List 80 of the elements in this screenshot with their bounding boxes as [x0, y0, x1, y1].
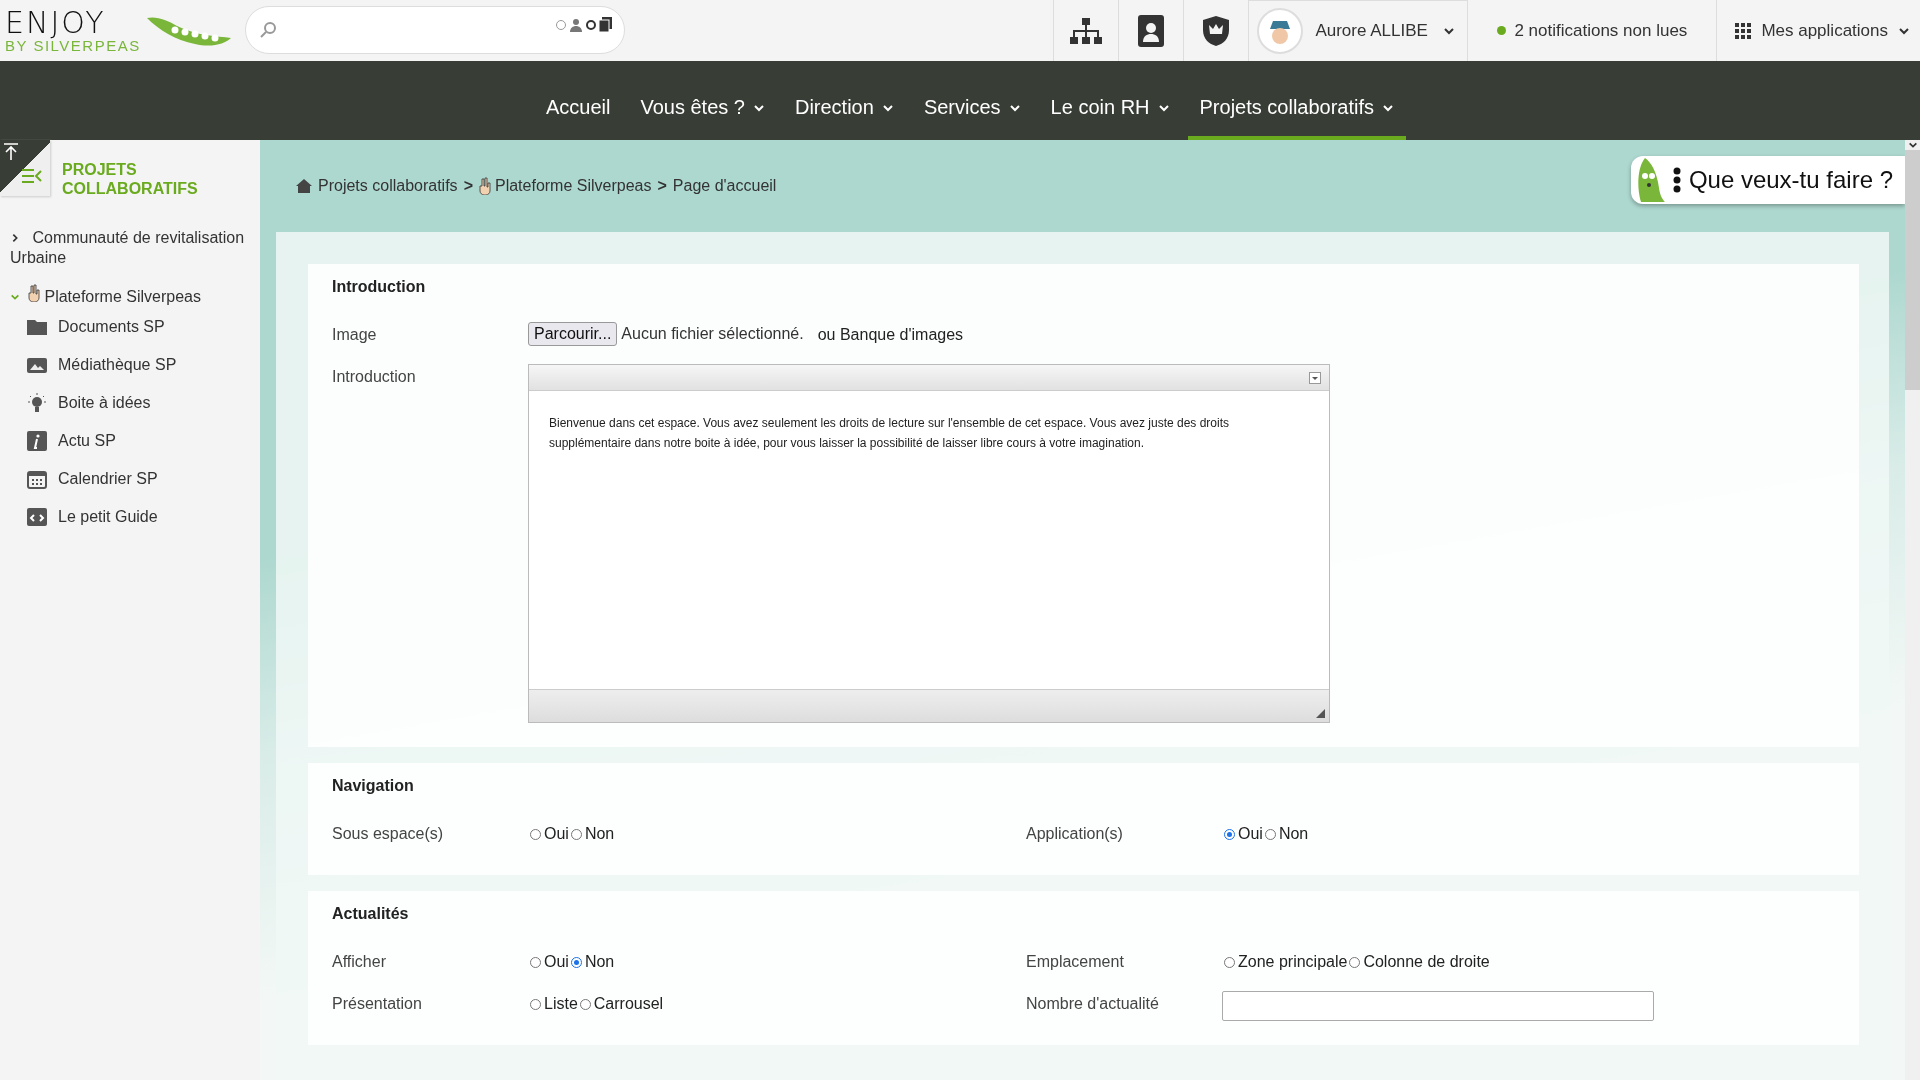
hand-icon: [28, 284, 40, 302]
search-field[interactable]: [245, 6, 625, 54]
person-icon[interactable]: [569, 17, 583, 32]
radio-option[interactable]: Colonne de droite: [1347, 953, 1490, 971]
scrollbar[interactable]: [1905, 140, 1920, 1080]
dropdown-icon[interactable]: [1309, 371, 1321, 384]
shield-crown-icon: [1202, 14, 1231, 47]
document-icon[interactable]: [599, 17, 612, 32]
logo-text: ENJOY: [5, 8, 107, 38]
tree-item[interactable]: Plateforme Silverpeas: [10, 284, 250, 307]
field-label: Nombre d'actualité: [1026, 994, 1160, 1013]
breadcrumb-current[interactable]: Page d'accueil: [672, 177, 777, 195]
space-title: PROJETS COLLABORATIFS: [62, 160, 199, 199]
tree-item[interactable]: Communauté de revitalisation Urbaine: [10, 228, 250, 268]
search-icon: [258, 20, 278, 40]
resize-handle-icon[interactable]: [1316, 709, 1325, 718]
contact-book-icon: [1137, 13, 1166, 48]
radio-option[interactable]: Non: [1262, 825, 1309, 843]
logo-subtitle: BY SILVERPEAS: [5, 38, 141, 53]
browse-button[interactable]: Parcourir...: [528, 322, 618, 346]
nav-menu-item[interactable]: Vous êtes ?: [628, 61, 777, 140]
radio-option[interactable]: Non: [568, 825, 615, 843]
field-label: Présentation: [332, 994, 423, 1013]
pea-mascot-icon: [1636, 158, 1665, 202]
lightbulb-icon: [26, 392, 48, 414]
radio-option[interactable]: Zone principale: [1222, 953, 1348, 971]
field-label: Introduction: [332, 367, 417, 386]
application-item[interactable]: Calendrier SP: [26, 467, 250, 491]
radio-option[interactable]: Non: [568, 953, 615, 971]
radio-option[interactable]: Oui: [528, 953, 569, 971]
nav-menu-item[interactable]: Le coin RH: [1038, 61, 1182, 140]
grid-icon: [1735, 22, 1752, 39]
application-item[interactable]: Actu SP: [26, 429, 250, 453]
application-item[interactable]: Documents SP: [26, 315, 250, 339]
target-icon[interactable]: [585, 18, 597, 31]
user-menu[interactable]: Aurore ALLIBE: [1248, 0, 1469, 61]
nav-menu-item[interactable]: Accueil: [533, 61, 623, 140]
chevron-down-icon: [1443, 25, 1456, 37]
code-icon: [26, 506, 48, 528]
radio-option[interactable]: Oui: [528, 825, 569, 843]
org-chart-icon: [1069, 16, 1104, 45]
editor-text: Bienvenue dans cet espace. Vous avez seulement les droits de lecture sur l'ensemble de cet espace. Vous avez juste des droits supplémentaire dans notre boite à idée, pour vous laisser la possibilité de laisser libre cours à votre imagination.: [548, 415, 1231, 452]
breadcrumb-link[interactable]: Projets collaboratifs: [318, 177, 458, 195]
input-field[interactable]: [1222, 991, 1654, 1021]
radio-option[interactable]: Oui: [1222, 825, 1263, 843]
field-label: Afficher: [332, 952, 387, 971]
nav-menu-item[interactable]: Services: [911, 61, 1033, 140]
image-bank-link[interactable]: ou Banque d'images: [817, 322, 964, 344]
sidebar-toggle[interactable]: [0, 140, 50, 196]
field-label: Application(s): [1026, 824, 1124, 843]
breadcrumb-separator: >: [657, 177, 667, 195]
nav-menu-item[interactable]: Direction: [782, 61, 906, 140]
help-button[interactable]: Que veux-tu faire ?: [1630, 156, 1905, 204]
field-label: Sous espace(s): [332, 824, 445, 843]
home-icon[interactable]: [296, 179, 312, 193]
section-title: Introduction: [332, 278, 427, 296]
field-label: Emplacement: [1026, 952, 1125, 971]
avatar-icon: [1257, 8, 1304, 54]
circle-icon[interactable]: [555, 18, 567, 31]
hand-icon: [478, 177, 491, 195]
info-icon: [26, 430, 48, 452]
application-item[interactable]: Boite à idées: [26, 391, 250, 415]
scroll-up-icon: [1907, 140, 1918, 150]
breadcrumb-separator: >: [463, 177, 473, 195]
breadcrumb-link[interactable]: Plateforme Silverpeas: [478, 177, 652, 195]
application-item[interactable]: Médiathèque SP: [26, 353, 250, 377]
field-label: Image: [332, 325, 378, 344]
chevron-down-icon: [10, 292, 20, 302]
menu-collapse-icon: [22, 168, 42, 184]
file-status: Aucun fichier sélectionné.: [621, 324, 804, 343]
calendar-icon: [26, 468, 48, 490]
application-item[interactable]: Le petit Guide: [26, 505, 250, 529]
section-title: Actualités: [332, 905, 410, 923]
collapse-up-icon: [3, 143, 19, 161]
chevron-right-icon: [10, 233, 20, 243]
radio-option[interactable]: Carrousel: [577, 995, 664, 1013]
section-title: Navigation: [332, 777, 415, 795]
more-icon[interactable]: [1672, 167, 1681, 193]
radio-option[interactable]: Liste: [528, 995, 578, 1013]
notifications-link[interactable]: 2 notifications non lues: [1468, 0, 1717, 61]
